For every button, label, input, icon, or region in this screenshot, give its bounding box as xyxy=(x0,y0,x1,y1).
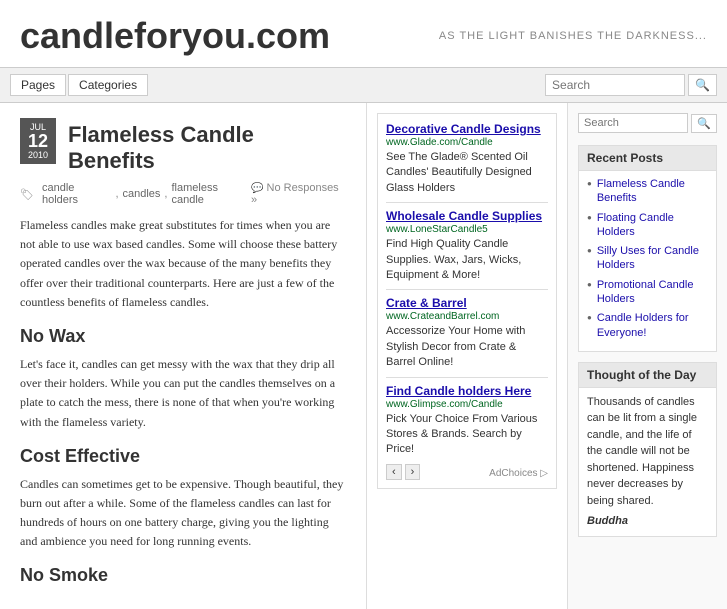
tag-2[interactable]: candles xyxy=(123,188,161,200)
post-meta: 🏷 candle holders, candles, flameless can… xyxy=(20,182,346,206)
ad-block: Decorative Candle Designs www.Glade.com/… xyxy=(377,113,557,489)
header-search-area: 🔍 xyxy=(545,74,717,96)
ad-3-link[interactable]: Crate & Barrel xyxy=(386,296,467,310)
recent-post-2: ● Floating Candle Holders xyxy=(587,211,708,240)
ad-3: Crate & Barrel www.CrateandBarrel.com Ac… xyxy=(386,296,548,370)
recent-post-link-5[interactable]: Candle Holders for Everyone! xyxy=(597,311,708,340)
recent-posts-section: Recent Posts ● Flameless Candle Benefits… xyxy=(578,145,717,352)
date-day: 12 xyxy=(26,132,50,150)
ad-1-link[interactable]: Decorative Candle Designs xyxy=(386,122,541,136)
ad-2-url: www.LoneStarCandle5 xyxy=(386,224,488,235)
ad-4-url: www.Glimpse.com/Candle xyxy=(386,399,503,410)
ad-prev-button[interactable]: ‹ xyxy=(386,464,402,480)
ad-2-desc: Find High Quality Candle Supplies. Wax, … xyxy=(386,237,548,283)
ad-3-desc: Accessorize Your Home with Stylish Decor… xyxy=(386,324,548,370)
ad-area: Decorative Candle Designs www.Glade.com/… xyxy=(367,103,567,609)
ad-1: Decorative Candle Designs www.Glade.com/… xyxy=(386,122,548,196)
recent-post-4: ● Promotional Candle Holders xyxy=(587,278,708,307)
section2-heading: Cost Effective xyxy=(20,446,346,467)
thought-title: Thought of the Day xyxy=(579,363,716,388)
ad-choices: AdChoices ▷ xyxy=(489,468,548,480)
tag-3[interactable]: flameless candle xyxy=(171,182,251,206)
thought-body: Thousands of candles can be lit from a s… xyxy=(579,388,716,536)
ad-1-desc: See The Glade® Scented Oil Candles' Beau… xyxy=(386,150,548,196)
responses-text: No Responses » xyxy=(251,182,339,206)
section2-body: Candles can sometimes get to be expensiv… xyxy=(20,475,346,552)
bullet-icon-2: ● xyxy=(587,213,592,223)
recent-post-link-1[interactable]: Flameless Candle Benefits xyxy=(597,177,708,206)
post-title: Flameless Candle Benefits xyxy=(68,118,346,174)
sidebar: 🔍 Recent Posts ● Flameless Candle Benefi… xyxy=(567,103,727,609)
tag-icon: 🏷 xyxy=(20,188,34,201)
section1-body: Let's face it, candles can get messy wit… xyxy=(20,355,346,432)
date-box: Jul 12 2010 xyxy=(20,118,56,164)
bullet-icon-1: ● xyxy=(587,179,592,189)
ad-next-button[interactable]: › xyxy=(405,464,421,480)
ad-2: Wholesale Candle Supplies www.LoneStarCa… xyxy=(386,209,548,283)
tagline: AS THE LIGHT BANISHES THE DARKNESS... xyxy=(439,30,707,42)
header-search-input[interactable] xyxy=(545,74,685,96)
sidebar-search-button[interactable]: 🔍 xyxy=(691,114,717,133)
thought-author: Buddha xyxy=(587,513,708,530)
ad-1-url: www.Glade.com/Candle xyxy=(386,137,493,148)
ad-4-desc: Pick Your Choice From Various Stores & B… xyxy=(386,412,548,458)
thought-text: Thousands of candles can be lit from a s… xyxy=(587,394,708,510)
post-tags: 🏷 candle holders, candles, flameless can… xyxy=(20,182,251,206)
recent-posts-title: Recent Posts xyxy=(579,146,716,171)
bullet-icon-4: ● xyxy=(587,280,592,290)
ad-4-link[interactable]: Find Candle holders Here xyxy=(386,384,531,398)
post-intro: Flameless candles make great substitutes… xyxy=(20,216,346,312)
comment-icon: 💬 xyxy=(251,183,263,194)
bullet-icon-5: ● xyxy=(587,313,592,323)
post-header: Jul 12 2010 Flameless Candle Benefits xyxy=(20,118,346,174)
sidebar-search-area: 🔍 xyxy=(578,113,717,133)
ad-navigation: ‹ › AdChoices ▷ xyxy=(386,464,548,480)
recent-posts-list: ● Flameless Candle Benefits ● Floating C… xyxy=(579,171,716,351)
ad-3-url: www.CrateandBarrel.com xyxy=(386,311,499,322)
header-search-button[interactable]: 🔍 xyxy=(688,74,717,96)
recent-post-3: ● Silly Uses for Candle Holders xyxy=(587,244,708,273)
bullet-icon-3: ● xyxy=(587,246,592,256)
recent-post-5: ● Candle Holders for Everyone! xyxy=(587,311,708,340)
site-title: candleforyou.com xyxy=(20,15,330,57)
recent-post-1: ● Flameless Candle Benefits xyxy=(587,177,708,206)
responses-count: 💬 No Responses » xyxy=(251,182,346,206)
nav-tabs: Pages Categories xyxy=(10,74,148,96)
sidebar-search-input[interactable] xyxy=(578,113,688,133)
section3-heading: No Smoke xyxy=(20,565,346,586)
recent-post-link-4[interactable]: Promotional Candle Holders xyxy=(597,278,708,307)
ad-4: Find Candle holders Here www.Glimpse.com… xyxy=(386,384,548,458)
thought-section: Thought of the Day Thousands of candles … xyxy=(578,362,717,537)
tab-pages[interactable]: Pages xyxy=(10,74,66,96)
tab-categories[interactable]: Categories xyxy=(68,74,148,96)
section1-heading: No Wax xyxy=(20,326,346,347)
date-year: 2010 xyxy=(26,150,50,160)
recent-post-link-2[interactable]: Floating Candle Holders xyxy=(597,211,708,240)
recent-post-link-3[interactable]: Silly Uses for Candle Holders xyxy=(597,244,708,273)
tag-1[interactable]: candle holders xyxy=(42,182,111,206)
ad-2-link[interactable]: Wholesale Candle Supplies xyxy=(386,209,542,223)
